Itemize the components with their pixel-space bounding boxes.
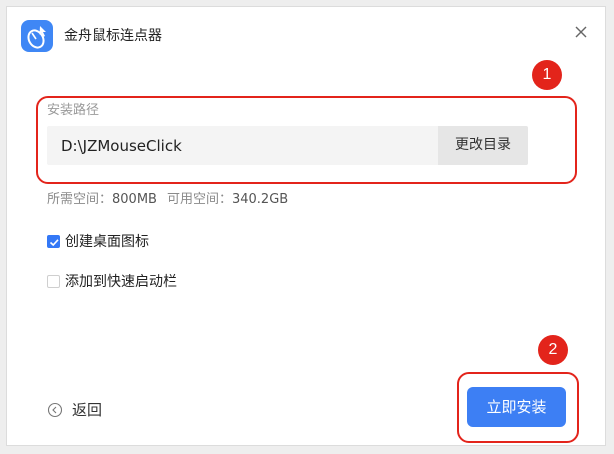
create-desktop-icon-option[interactable]: 创建桌面图标 bbox=[47, 233, 167, 251]
create-desktop-icon-label: 创建桌面图标 bbox=[65, 234, 149, 250]
install-path-label: 安装路径 bbox=[47, 103, 100, 118]
create-desktop-icon-checkbox[interactable] bbox=[47, 235, 60, 248]
required-space-value: 800MB bbox=[112, 192, 157, 207]
install-now-button[interactable]: 立即安装 bbox=[467, 387, 566, 427]
installer-window: 金舟鼠标连点器 1 安装路径 更改目录 所需空间：800MB 可用空间：340.2… bbox=[6, 6, 606, 446]
required-space-label: 所需空间： bbox=[47, 192, 113, 207]
close-button[interactable] bbox=[570, 21, 592, 43]
add-quick-launch-checkbox[interactable] bbox=[47, 275, 60, 288]
checkmark-icon bbox=[49, 239, 59, 247]
back-arrow-icon bbox=[47, 402, 63, 418]
back-button[interactable]: 返回 bbox=[47, 400, 127, 420]
install-path-row: 更改目录 bbox=[47, 126, 528, 165]
close-icon bbox=[575, 26, 587, 38]
back-label: 返回 bbox=[72, 401, 103, 419]
add-quick-launch-option[interactable]: 添加到快速启动栏 bbox=[47, 273, 197, 291]
add-quick-launch-label: 添加到快速启动栏 bbox=[65, 274, 177, 290]
annotation-marker-1: 1 bbox=[532, 60, 562, 90]
annotation-marker-2: 2 bbox=[538, 335, 568, 365]
install-path-input[interactable] bbox=[61, 137, 421, 155]
mouse-click-icon bbox=[21, 20, 53, 52]
change-directory-button[interactable]: 更改目录 bbox=[438, 126, 528, 165]
available-space-label: 可用空间： bbox=[166, 192, 232, 207]
space-info: 所需空间：800MB 可用空间：340.2GB bbox=[47, 192, 288, 208]
available-space-value: 340.2GB bbox=[231, 192, 289, 207]
app-title: 金舟鼠标连点器 bbox=[64, 28, 162, 44]
